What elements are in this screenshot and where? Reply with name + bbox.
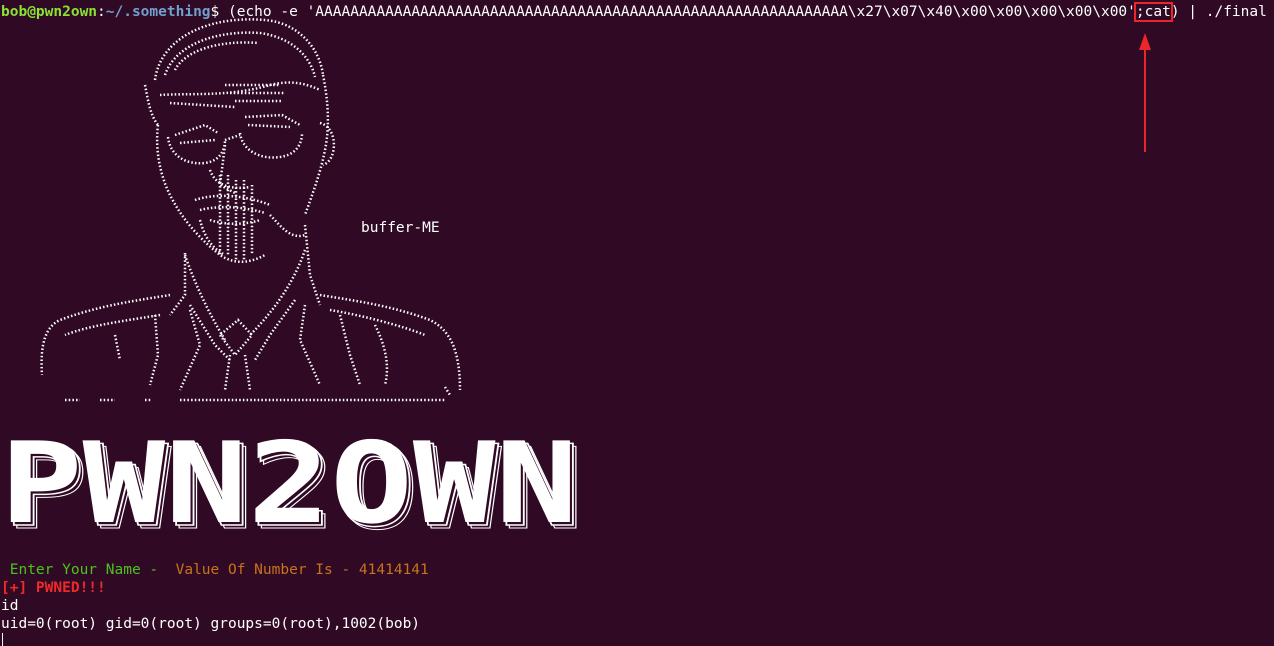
banner-caption: buffer-ME	[361, 220, 440, 236]
ascii-portrait-art	[40, 18, 462, 402]
program-output-line: Enter Your Name - Value Of Number Is - 4…	[1, 561, 429, 579]
banner-title-text: PWN2OWN	[0, 430, 578, 540]
up-arrow-icon	[1139, 33, 1151, 152]
typed-command: id	[1, 598, 19, 614]
highlighted-injection: ;cat	[1133, 2, 1173, 22]
text-cursor	[2, 633, 3, 646]
id-output: uid=0(root) gid=0(root) groups=0(root),1…	[1, 616, 421, 632]
value-message: Value Of Number Is - 41414141	[166, 562, 429, 578]
enter-name-prompt: Enter Your Name -	[1, 562, 167, 578]
pwn2own-banner-title: PWN2OWN PWN2OWN PWN2OWN	[0, 430, 585, 540]
command-text-tail: ) | ./final	[1170, 4, 1267, 20]
pwned-message: [+] PWNED!!!	[1, 580, 106, 596]
